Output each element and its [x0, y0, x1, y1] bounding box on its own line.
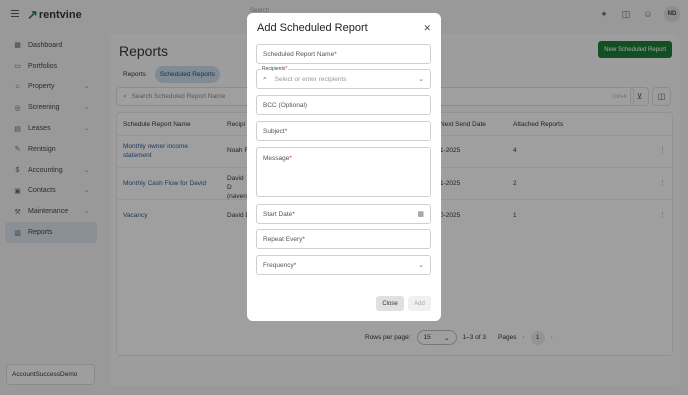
field-placeholder: Message	[263, 155, 290, 162]
required-mark: *	[285, 66, 288, 72]
chevron-down-icon: ⌄	[418, 262, 424, 269]
required-mark: *	[302, 235, 305, 243]
field-placeholder: Subject	[263, 127, 285, 135]
dialog-title: Add Scheduled Report	[257, 22, 368, 34]
start-date-field[interactable]: Start Date * ▦	[256, 204, 431, 224]
report-name-field[interactable]: Scheduled Report Name *	[256, 44, 431, 64]
required-mark: *	[293, 261, 297, 269]
field-placeholder: Scheduled Report Name	[263, 50, 335, 58]
recipients-field[interactable]: Recipients* ⌕ Select or enter recipients…	[256, 66, 431, 89]
recipients-label: Recipients*	[261, 66, 289, 72]
add-button[interactable]: Add	[408, 296, 431, 311]
repeat-every-field[interactable]: Repeat Every *	[256, 229, 431, 249]
required-mark: *	[289, 155, 292, 162]
field-placeholder: BCC (Optional)	[263, 101, 308, 109]
field-placeholder: Start Date	[263, 210, 293, 218]
add-scheduled-report-dialog: Add Scheduled Report ✕ Scheduled Report …	[247, 13, 441, 321]
recipients-placeholder: Select or enter recipients	[274, 75, 347, 83]
field-placeholder: Frequency	[263, 261, 294, 269]
bcc-field[interactable]: BCC (Optional)	[256, 95, 431, 115]
required-mark: *	[284, 127, 288, 135]
frequency-select[interactable]: Frequency * ⌄	[256, 255, 431, 275]
message-field[interactable]: Message *	[256, 147, 431, 197]
recipients-label-text: Recipients	[262, 66, 286, 72]
search-icon: ⌕	[263, 75, 267, 82]
chevron-down-icon: ⌄	[418, 76, 424, 83]
required-mark: *	[292, 210, 295, 218]
calendar-icon[interactable]: ▦	[417, 210, 424, 218]
close-icon[interactable]: ✕	[423, 23, 431, 34]
field-placeholder: Repeat Every	[263, 235, 303, 243]
required-mark: *	[334, 50, 337, 58]
close-button[interactable]: Close	[376, 296, 404, 311]
subject-field[interactable]: Subject *	[256, 121, 431, 141]
